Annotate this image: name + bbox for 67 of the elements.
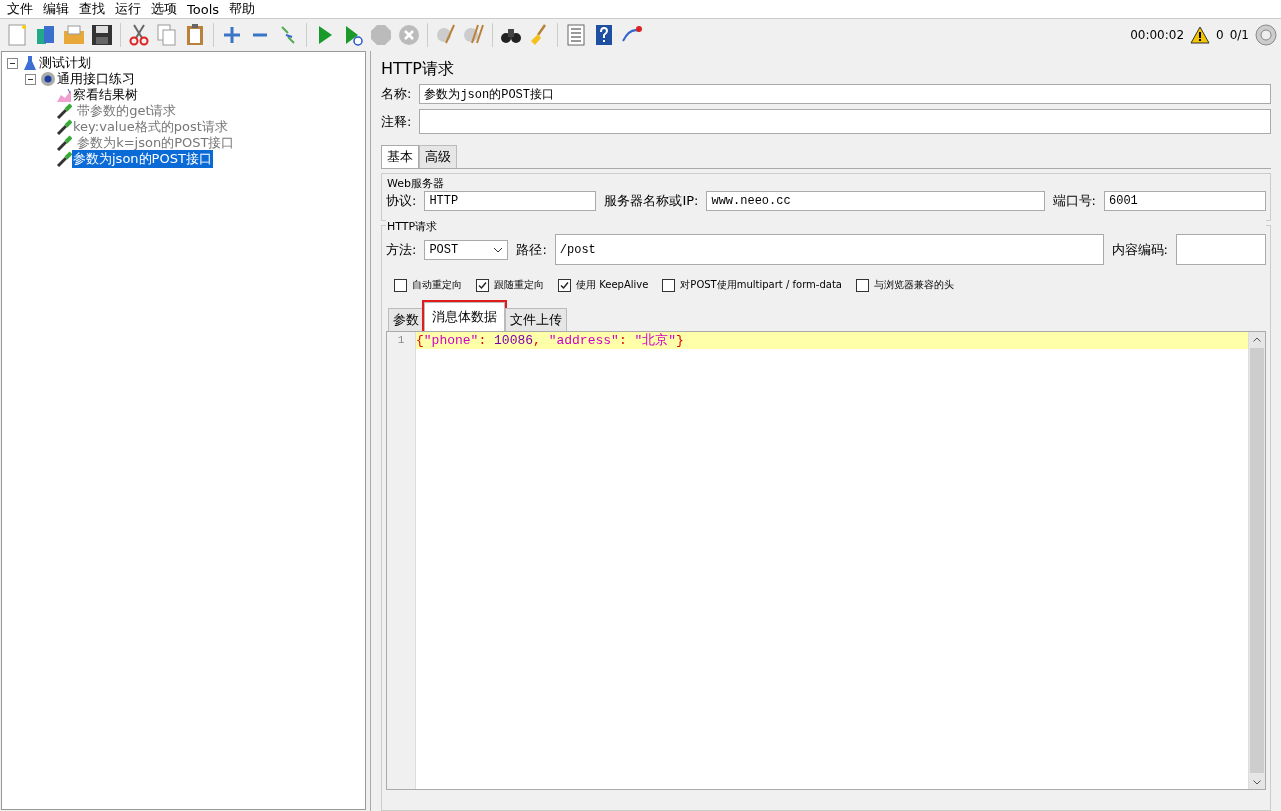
collapse-icon[interactable] (25, 73, 36, 85)
checkbox[interactable] (394, 278, 407, 292)
tab[interactable]: 基本 (381, 145, 419, 168)
checkbox[interactable] (476, 278, 489, 292)
collapse-icon[interactable] (7, 57, 18, 69)
menu-item[interactable]: 帮助 (224, 0, 261, 18)
group-title: Web服务器 (386, 176, 445, 191)
tree-item[interactable]: 参数为json的POST接口 (72, 150, 213, 168)
field-label: 端口号: (1052, 192, 1096, 210)
tab[interactable]: 消息体数据 (424, 302, 505, 331)
chart-icon (56, 87, 72, 103)
checkbox-label: 跟随重定向 (494, 278, 544, 292)
checkbox[interactable] (855, 278, 869, 292)
menu-item[interactable]: 文件 (2, 0, 38, 18)
scroll-down-icon[interactable] (1253, 779, 1261, 785)
elapsed-time: 00:00:02 (1130, 28, 1185, 42)
text-field[interactable]: /post (554, 234, 1104, 265)
tab[interactable]: 高级 (419, 145, 457, 168)
pipette-icon (56, 103, 72, 119)
checkbox-label: 自动重定向 (412, 278, 462, 292)
chevron-down-icon (493, 246, 504, 253)
field-label: 内容编码: (1111, 240, 1168, 259)
field-label: 方法: (386, 240, 417, 259)
tab[interactable]: 文件上传 (505, 308, 567, 331)
dropdown-value: POST (429, 242, 459, 257)
menu-item[interactable]: 编辑 (38, 0, 74, 18)
checkbox-label: 对POST使用multipart / form-data (680, 278, 842, 292)
comment-field[interactable] (419, 109, 1271, 134)
text-field[interactable]: 6001 (1104, 191, 1266, 211)
checkbox-label: 与浏览器兼容的头 (873, 278, 954, 292)
scroll-up-icon[interactable] (1253, 336, 1261, 342)
flask-icon (22, 55, 38, 71)
field-label: 名称: (381, 85, 412, 103)
checkbox[interactable] (662, 278, 676, 292)
tree-item[interactable]: 通用接口练习 (56, 70, 136, 88)
field-label: 服务器名称或IP: (604, 192, 699, 210)
error-count: 0 (1216, 28, 1224, 42)
group-title: HTTP请求 (386, 219, 1266, 234)
pipette-icon (56, 135, 72, 151)
method-dropdown[interactable]: POST (424, 239, 509, 260)
menu-item[interactable]: Tools (182, 1, 225, 17)
gear-icon (40, 71, 56, 87)
tree-item[interactable]: 测试计划 (38, 54, 92, 72)
name-field[interactable]: 参数为json的POST接口 (419, 84, 1271, 104)
checkbox[interactable] (558, 278, 571, 292)
thread-count: 0/1 (1229, 28, 1249, 42)
text-field[interactable]: www.neeo.cc (706, 191, 1045, 211)
tree-item[interactable]: 察看结果树 (72, 86, 139, 104)
field-label: 协议: (386, 192, 417, 210)
text-field[interactable] (1176, 234, 1266, 265)
pipette-icon (56, 151, 72, 167)
code-editor[interactable]: 1 {"phone": 10086, "address": "北京"} (386, 331, 1266, 790)
field-label: 路径: (516, 240, 547, 259)
menu-item[interactable]: 查找 (74, 0, 110, 18)
scissors-icon[interactable] (127, 23, 151, 47)
text-field[interactable]: HTTP (424, 191, 597, 211)
tab[interactable]: 参数 (388, 308, 424, 331)
save-icon[interactable] (90, 23, 114, 47)
menu-item[interactable]: 运行 (110, 0, 146, 18)
scrollbar[interactable] (1248, 332, 1265, 789)
menu-item[interactable]: 选项 (146, 0, 182, 18)
checkbox-label: 使用 KeepAlive (576, 278, 649, 292)
panel-title: HTTP请求 (381, 59, 455, 80)
warning-icon (1190, 26, 1211, 44)
pipette-icon (56, 119, 72, 135)
line-number: 1 (396, 333, 406, 348)
field-label: 注释: (381, 112, 412, 131)
